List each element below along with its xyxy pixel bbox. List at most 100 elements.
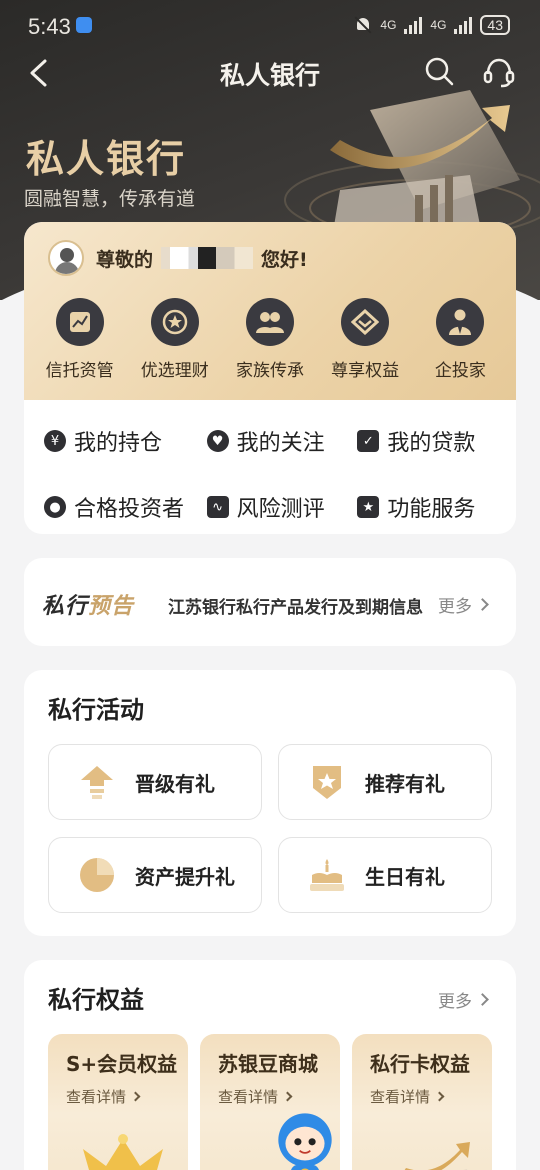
hero-title: 私人银行 xyxy=(26,136,187,181)
qualified-investor-link[interactable]: ● 合格投资者 xyxy=(44,491,207,523)
benefit-detail-link[interactable]: 查看详情 xyxy=(370,1086,445,1107)
greeting-row: 尊敬的 您好! xyxy=(48,240,308,276)
star-shield-icon xyxy=(313,766,341,799)
crown-icon xyxy=(83,1134,163,1170)
section-title: 私行权益 xyxy=(48,986,144,1014)
app-notification-icon xyxy=(76,17,92,33)
benefits-more-link[interactable]: 更多 xyxy=(438,987,489,1012)
chevron-right-icon xyxy=(476,993,489,1006)
preview-logo-b: 预告 xyxy=(88,593,135,619)
greeting-prefix: 尊敬的 xyxy=(96,248,154,271)
link-label: 我的关注 xyxy=(236,431,325,456)
link-label: 风险测评 xyxy=(236,497,325,522)
account-links: ¥ 我的持仓 ♥ 我的关注 ✓ 我的贷款 ● 合格投资者 ∿ 风险测评 ★ 功能… xyxy=(24,408,516,534)
benefit-detail-link[interactable]: 查看详情 xyxy=(218,1086,293,1107)
function-services-link[interactable]: ★ 功能服务 xyxy=(357,491,516,523)
quick-action-wealth[interactable]: 优选理财 xyxy=(130,298,220,381)
more-label: 更多 xyxy=(438,597,472,617)
quick-action-label: 信托资管 xyxy=(45,361,114,381)
preview-logo-a: 私行 xyxy=(42,593,89,619)
status-bar: 5:43 4G 4G 43 xyxy=(0,0,540,50)
family-icon xyxy=(245,298,294,346)
activity-label: 晋级有礼 xyxy=(135,771,215,796)
quick-action-family[interactable]: 家族传承 xyxy=(225,298,315,381)
greeting-text: 尊敬的 您好! xyxy=(96,245,308,272)
benefit-link-label: 查看详情 xyxy=(66,1088,127,1106)
quick-action-label: 企投家 xyxy=(434,361,486,381)
trust-chart-icon xyxy=(55,298,104,346)
pie-chart-icon xyxy=(80,858,114,892)
quick-action-label: 尊享权益 xyxy=(331,361,400,381)
activity-label: 推荐有礼 xyxy=(365,771,445,796)
signal-icon xyxy=(404,16,423,34)
benefit-detail-link[interactable]: 查看详情 xyxy=(66,1086,141,1107)
network-label-1: 4G xyxy=(380,18,397,32)
benefit-link-label: 查看详情 xyxy=(218,1088,279,1106)
activity-referral-button[interactable]: 推荐有礼 xyxy=(278,744,492,820)
activities-section: 私行活动 晋级有礼 推荐有礼 资产提升礼 生日有礼 xyxy=(24,670,516,936)
search-icon[interactable] xyxy=(424,56,454,86)
mascot-icon xyxy=(278,1113,332,1170)
diamond-icon xyxy=(341,298,390,346)
activity-asset-button[interactable]: 资产提升礼 xyxy=(48,837,262,913)
private-preview-banner[interactable]: 私行预告 江苏银行私行产品发行及到期信息 更多 xyxy=(24,558,516,646)
mute-bell-icon xyxy=(354,16,372,34)
my-favorites-link[interactable]: ♥ 我的关注 xyxy=(206,425,358,457)
benefits-section: 私行权益 更多 S+会员权益 查看详情 苏银豆商城 查看详情 私行卡权益 查看详… xyxy=(24,960,516,1170)
chevron-right-icon xyxy=(282,1091,293,1102)
benefit-title: S+会员权益 xyxy=(66,1052,178,1076)
my-loans-link[interactable]: ✓ 我的贷款 xyxy=(357,425,516,457)
heart-icon: ♥ xyxy=(206,430,229,452)
benefit-card-privatecard[interactable]: 私行卡权益 查看详情 xyxy=(352,1034,492,1170)
calendar-check-icon: ✓ xyxy=(357,430,380,452)
signal-icon xyxy=(454,16,473,34)
chevron-right-icon xyxy=(476,598,489,611)
link-row: ¥ 我的持仓 ♥ 我的关注 ✓ 我的贷款 xyxy=(24,408,516,474)
status-time: 5:43 xyxy=(28,14,71,39)
link-label: 我的贷款 xyxy=(387,431,476,456)
activity-upgrade-button[interactable]: 晋级有礼 xyxy=(48,744,262,820)
benefit-card-membership[interactable]: S+会员权益 查看详情 xyxy=(48,1034,188,1170)
quick-action-privilege[interactable]: 尊享权益 xyxy=(320,298,410,381)
quick-actions: 信托资管 优选理财 家族传承 尊享权益 企投家 xyxy=(24,298,516,381)
masked-name xyxy=(161,247,254,269)
customer-service-icon[interactable] xyxy=(482,56,516,88)
upgrade-arrow-icon xyxy=(81,766,113,799)
activity-label: 生日有礼 xyxy=(365,864,445,889)
greeting-suffix: 您好! xyxy=(261,248,308,271)
service-star-icon: ★ xyxy=(357,496,380,518)
page-title: 私人银行 xyxy=(219,61,320,90)
avatar[interactable] xyxy=(48,240,84,276)
section-title: 私行活动 xyxy=(48,696,144,724)
more-label: 更多 xyxy=(438,992,472,1012)
quick-action-label: 优选理财 xyxy=(140,361,209,381)
preview-ticker-text: 江苏银行私行产品发行及到期信息 xyxy=(168,598,423,618)
my-holdings-link[interactable]: ¥ 我的持仓 xyxy=(44,425,207,457)
star-badge-icon xyxy=(150,298,199,346)
nav-bar: 私人银行 xyxy=(0,50,540,96)
risk-assessment-link[interactable]: ∿ 风险测评 xyxy=(206,491,358,523)
benefit-card-mall[interactable]: 苏银豆商城 查看详情 xyxy=(200,1034,340,1170)
quick-action-entrepreneur[interactable]: 企投家 xyxy=(415,298,505,381)
card-chart-icon xyxy=(404,1142,470,1170)
gold-panel: 尊敬的 您好! 信托资管 优选理财 家族传承 尊享权益 企投家 xyxy=(24,222,516,400)
link-label: 我的持仓 xyxy=(74,431,163,456)
quick-action-trust[interactable]: 信托资管 xyxy=(35,298,125,381)
activity-label: 资产提升礼 xyxy=(135,864,235,889)
person-icon: ● xyxy=(44,496,66,518)
businessman-icon xyxy=(436,298,485,346)
activity-birthday-button[interactable]: 生日有礼 xyxy=(278,837,492,913)
preview-logo: 私行预告 xyxy=(42,588,134,620)
quick-action-label: 家族传承 xyxy=(235,361,304,381)
link-row: ● 合格投资者 ∿ 风险测评 ★ 功能服务 xyxy=(24,474,516,534)
hero-subtitle: 圆融智慧，传承有道 xyxy=(24,188,196,210)
link-label: 功能服务 xyxy=(387,497,476,522)
preview-more-link[interactable]: 更多 xyxy=(438,592,489,617)
link-label: 合格投资者 xyxy=(74,497,185,522)
chevron-right-icon xyxy=(130,1091,141,1102)
benefit-title: 私行卡权益 xyxy=(370,1052,470,1076)
chevron-right-icon xyxy=(434,1091,445,1102)
yen-icon: ¥ xyxy=(44,430,66,452)
private-banking-card: 尊敬的 您好! 信托资管 优选理财 家族传承 尊享权益 企投家 ¥ 我的持仓 ♥… xyxy=(24,222,516,534)
birthday-cake-icon xyxy=(310,859,344,891)
